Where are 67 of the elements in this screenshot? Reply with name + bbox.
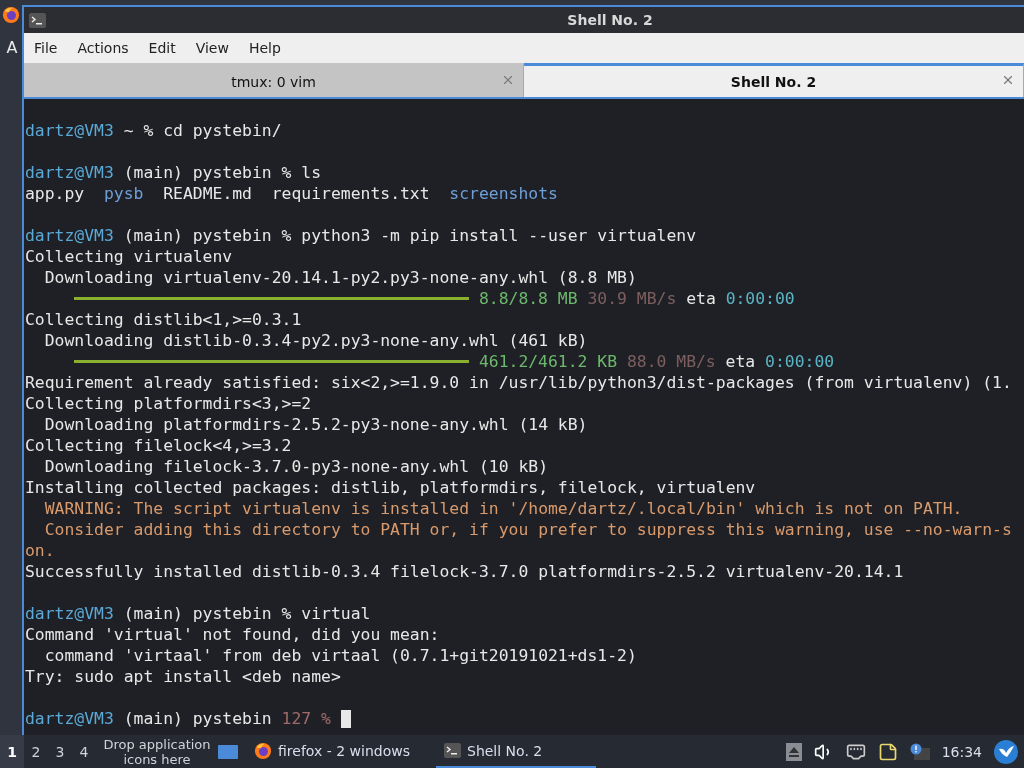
- eject-icon[interactable]: [785, 742, 802, 761]
- launcher-hint: Drop application icons here: [102, 736, 212, 767]
- workspace-button[interactable]: 4: [72, 735, 96, 768]
- terminal-text: eta: [685, 288, 717, 309]
- terminal-text: Downloading distlib-0.3.4-py2.py3-none-any.whl (461 kB): [43, 330, 588, 351]
- terminal-text: Collecting distlib<1,>=0.3.1: [25, 309, 302, 330]
- terminal-text: Downloading filelock-3.7.0-py3-none-any.whl (10 kB): [43, 456, 548, 477]
- terminal-text: dartz@VM3: [25, 708, 114, 729]
- terminal-text: (main) pystebin % ls: [122, 162, 322, 183]
- clock[interactable]: 16:34: [941, 743, 982, 760]
- terminal-text: on.: [25, 540, 55, 561]
- window-title: Shell No. 2: [566, 12, 654, 28]
- terminal-text: 127 %: [281, 708, 331, 729]
- terminal-text: 30.9 MB/s: [586, 288, 677, 309]
- task-button[interactable]: firefox - 2 windows: [246, 735, 436, 768]
- terminal-icon: [444, 743, 461, 758]
- browser-icon[interactable]: [2, 6, 20, 24]
- terminal-text: Collecting platformdirs<3,>=2: [25, 393, 312, 414]
- terminal-text: Command 'virtual' not found, did you mean:: [25, 624, 440, 645]
- terminal-text: WARNING: The script virtualenv is installed in '/home/dartz/.local/bin' which is not on PATH.: [43, 498, 963, 519]
- terminal-text: Try: sudo apt install <deb name>: [25, 666, 341, 687]
- notification-icon[interactable]: [909, 742, 930, 761]
- terminal-text: 88.0 MB/s: [625, 351, 716, 372]
- terminal-text: Requirement already satisfied: six<2,>=1.9.0 in /usr/lib/python3/dist-packages (from virtualenv) (1.: [25, 372, 1012, 393]
- terminal-text: ~ % cd pystebin/: [122, 120, 282, 141]
- terminal-text: dartz@VM3: [25, 603, 114, 624]
- workspace-button[interactable]: 1: [0, 735, 24, 768]
- terminal-text: (main) pystebin: [122, 708, 273, 729]
- terminal-text: dartz@VM3: [25, 162, 114, 183]
- tab[interactable]: Shell No. 2: [524, 63, 1024, 97]
- terminal-text: README.md requirements.txt: [162, 183, 431, 204]
- task-button[interactable]: Shell No. 2: [436, 735, 596, 768]
- terminal-icon: [29, 12, 46, 28]
- menu-item[interactable]: Actions: [75, 40, 139, 56]
- terminal-text: 0:00:00: [765, 351, 835, 372]
- terminal-text: Consider adding this directory to PATH or, if you prefer to suppress this warning, use --no-warn-s: [43, 519, 1012, 540]
- terminal-text: (main) pystebin % python3 -m pip install --user virtualenv: [122, 225, 697, 246]
- show-desktop-icon[interactable]: [218, 743, 238, 760]
- workspace-button[interactable]: 2: [24, 735, 48, 768]
- browser-icon: [254, 741, 272, 760]
- menu-item[interactable]: View: [193, 40, 239, 56]
- close-icon[interactable]: [501, 73, 515, 87]
- menu-item[interactable]: Help: [246, 40, 291, 56]
- terminal-text: dartz@VM3: [25, 225, 114, 246]
- terminal-text: screenshots: [449, 183, 558, 204]
- terminal-text: dartz@VM3: [25, 120, 114, 141]
- close-icon[interactable]: [1001, 73, 1015, 87]
- terminal-text: 461.2/461.2 KB: [478, 351, 618, 372]
- terminal-text: Installing collected packages: distlib, platformdirs, filelock, virtualenv: [25, 477, 756, 498]
- terminal-text: Successfully installed distlib-0.3.4 filelock-3.7.0 platformdirs-2.5.2 virtualenv-20.14.1: [25, 561, 904, 582]
- terminal-text: pysb: [103, 183, 144, 204]
- desktop-text: A: [6, 38, 18, 57]
- terminal-text: Collecting filelock<4,>=3.2: [25, 435, 292, 456]
- menu-item[interactable]: File: [32, 40, 68, 56]
- terminal-text: 8.8/8.8 MB: [478, 288, 578, 309]
- terminal-text: 0:00:00: [725, 288, 795, 309]
- terminal-text: Downloading virtualenv-20.14.1-py2.py3-none-any.whl (8.8 MB): [43, 267, 637, 288]
- terminal-text: app.py: [25, 183, 86, 204]
- terminal-text: Collecting virtualenv: [25, 246, 233, 267]
- menu-item[interactable]: Edit: [146, 40, 186, 56]
- terminal-text: Downloading platformdirs-2.5.2-py3-none-any.whl (14 kB): [43, 414, 588, 435]
- notes-icon[interactable]: [877, 741, 898, 762]
- terminal-text: command 'virtaal' from deb virtaal (0.7.1+git20191021+ds1-2): [43, 645, 637, 666]
- tab[interactable]: tmux: 0 vim: [24, 63, 524, 97]
- terminal-text: (main) pystebin % virtual: [122, 603, 371, 624]
- workspace-button[interactable]: 3: [48, 735, 72, 768]
- terminal-text: eta: [724, 351, 757, 372]
